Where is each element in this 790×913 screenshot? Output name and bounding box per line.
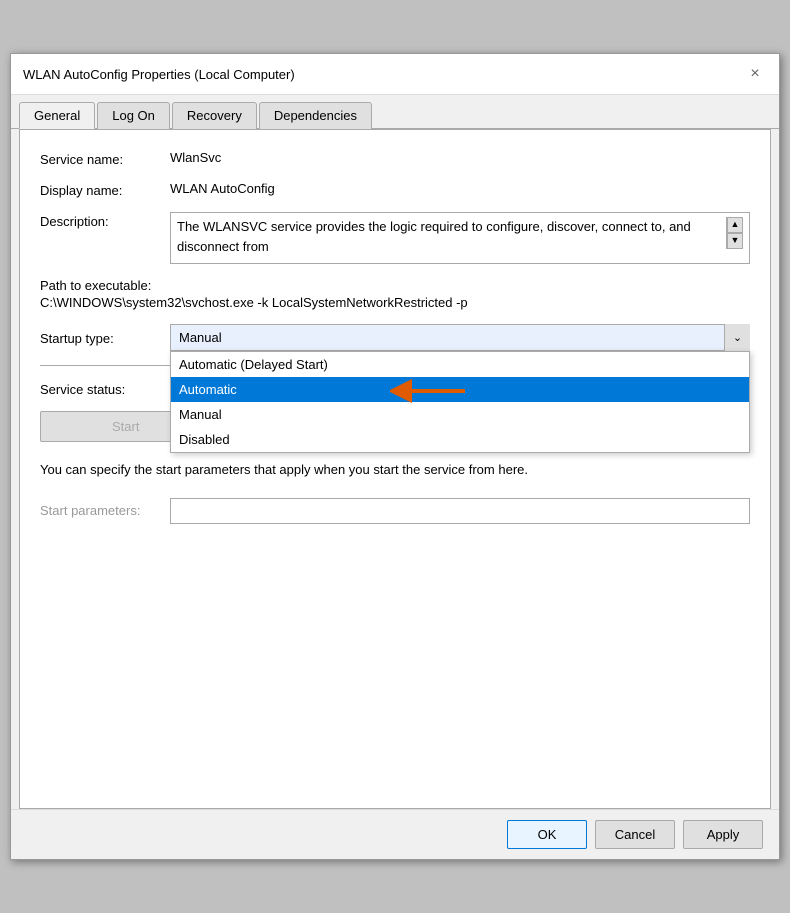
tab-recovery[interactable]: Recovery [172,102,257,129]
info-text: You can specify the start parameters tha… [40,460,750,480]
content-panel: Service name: WlanSvc Display name: WLAN… [19,129,771,809]
description-box: The WLANSVC service provides the logic r… [170,212,750,264]
service-name-row: Service name: WlanSvc [40,150,750,167]
dropdown-item-manual[interactable]: Manual [171,402,749,427]
scroll-down-btn[interactable]: ▼ [727,233,743,249]
startup-type-select-wrapper: Manual ⌄ Automatic (Delayed Start) Autom… [170,324,750,351]
cancel-button[interactable]: Cancel [595,820,675,849]
window-title: WLAN AutoConfig Properties (Local Comput… [23,67,295,82]
dropdown-item-disabled[interactable]: Disabled [171,427,749,452]
close-button[interactable]: × [743,62,767,86]
bottom-bar: OK Cancel Apply [11,809,779,859]
start-params-row: Start parameters: [40,498,750,524]
startup-type-label: Startup type: [40,329,170,346]
tab-general[interactable]: General [19,102,95,129]
scroll-up-btn[interactable]: ▲ [727,217,743,233]
description-scrollbar[interactable]: ▲ ▼ [726,217,743,249]
display-name-value: WLAN AutoConfig [170,181,750,196]
startup-type-select[interactable]: Manual [170,324,750,351]
dropdown-item-automatic-delayed[interactable]: Automatic (Delayed Start) [171,352,749,377]
apply-button[interactable]: Apply [683,820,763,849]
service-name-value: WlanSvc [170,150,750,165]
description-label: Description: [40,212,170,229]
path-label: Path to executable: [40,278,750,293]
description-row: Description: The WLANSVC service provide… [40,212,750,264]
tab-bar: General Log On Recovery Dependencies [11,95,779,129]
start-params-label: Start parameters: [40,503,170,518]
ok-button[interactable]: OK [507,820,587,849]
display-name-label: Display name: [40,181,170,198]
path-section: Path to executable: C:\WINDOWS\system32\… [40,278,750,310]
service-name-label: Service name: [40,150,170,167]
display-name-row: Display name: WLAN AutoConfig [40,181,750,198]
properties-window: WLAN AutoConfig Properties (Local Comput… [10,53,780,860]
start-params-input[interactable] [170,498,750,524]
service-status-label: Service status: [40,380,170,397]
startup-type-dropdown: Automatic (Delayed Start) Automatic Manu… [170,351,750,453]
tab-logon[interactable]: Log On [97,102,170,129]
startup-type-row: Startup type: Manual ⌄ Automatic (Delaye… [40,324,750,351]
title-bar: WLAN AutoConfig Properties (Local Comput… [11,54,779,95]
path-value: C:\WINDOWS\system32\svchost.exe -k Local… [40,295,750,310]
description-text: The WLANSVC service provides the logic r… [177,217,722,256]
dropdown-item-automatic[interactable]: Automatic [171,377,749,402]
tab-dependencies[interactable]: Dependencies [259,102,372,129]
